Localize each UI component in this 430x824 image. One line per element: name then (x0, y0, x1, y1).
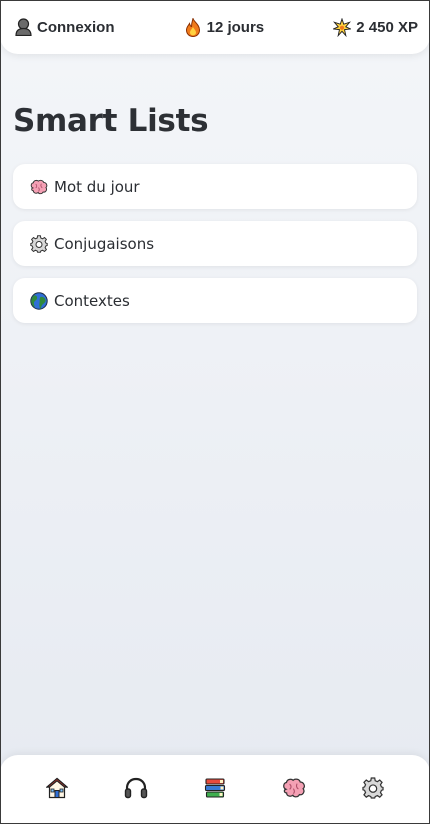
smart-lists: Mot du jour Conjugaisons Contextes (13, 164, 417, 335)
brain-icon (282, 778, 306, 802)
nav-home-button[interactable] (35, 768, 79, 812)
xp-label: 2 450 XP (356, 18, 418, 36)
top-bar: Connexion 12 jours 2 450 XP (0, 0, 430, 54)
books-icon (204, 777, 226, 803)
brain-icon (30, 178, 48, 196)
list-item-label: Contextes (54, 291, 130, 310)
login-button[interactable]: Connexion (14, 18, 115, 36)
list-item-label: Conjugaisons (54, 234, 155, 253)
sparkle-icon (333, 17, 352, 37)
nav-library-button[interactable] (193, 768, 237, 812)
home-icon (45, 777, 70, 803)
list-item-contextes[interactable]: Contextes (13, 278, 417, 323)
headphones-icon (124, 777, 148, 803)
bottom-nav (0, 755, 430, 824)
flame-icon (184, 17, 202, 37)
nav-smart-lists-button[interactable] (272, 768, 316, 812)
list-item-label: Mot du jour (54, 177, 140, 196)
user-icon (14, 18, 32, 36)
gear-icon (30, 234, 48, 253)
nav-audio-button[interactable] (114, 768, 158, 812)
xp-counter: 2 450 XP (333, 17, 418, 37)
list-item-mot-du-jour[interactable]: Mot du jour (13, 164, 417, 209)
gear-icon (361, 776, 384, 803)
list-item-conjugaisons[interactable]: Conjugaisons (13, 221, 417, 266)
streak-counter: 12 jours (184, 17, 265, 37)
login-label: Connexion (37, 18, 115, 36)
streak-label: 12 jours (206, 18, 265, 36)
page-title: Smart Lists (13, 103, 209, 139)
nav-settings-button[interactable] (351, 768, 395, 812)
globe-icon (30, 291, 48, 310)
